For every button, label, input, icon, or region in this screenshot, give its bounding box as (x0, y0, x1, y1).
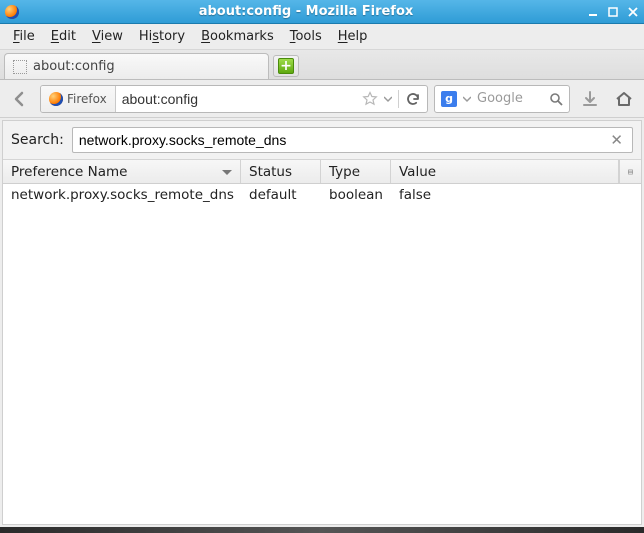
column-header-type[interactable]: Type (321, 160, 391, 183)
close-button[interactable] (626, 5, 640, 19)
column-header-value[interactable]: Value (391, 160, 619, 183)
menu-history[interactable]: History (132, 26, 192, 47)
dropmarker-icon[interactable] (463, 95, 471, 103)
window-controls (586, 5, 640, 19)
google-icon: g (441, 91, 457, 107)
config-search-label: Search: (11, 132, 64, 148)
config-search-row: Search: ✕ (3, 121, 641, 160)
menu-tools[interactable]: Tools (283, 26, 329, 47)
identity-label: Firefox (67, 92, 107, 106)
menu-help[interactable]: Help (331, 26, 375, 47)
search-placeholder: Google (477, 91, 543, 106)
column-picker-button[interactable] (619, 160, 641, 183)
tab-label: about:config (33, 59, 115, 74)
firefox-app-icon (4, 4, 20, 20)
bookmark-star-icon[interactable] (362, 91, 378, 107)
titlebar[interactable]: about:config - Mozilla Firefox (0, 0, 644, 24)
column-header-name[interactable]: Preference Name (3, 160, 241, 183)
plus-icon: + (278, 58, 294, 74)
downloads-button[interactable] (576, 85, 604, 113)
new-tab-button[interactable]: + (273, 55, 299, 77)
menubar: File Edit View History Bookmarks Tools H… (0, 24, 644, 50)
prefs-table: Preference Name Status Type Value networ… (3, 160, 641, 524)
content-area: Search: ✕ Preference Name Status Type Va… (2, 120, 642, 525)
reload-button[interactable] (405, 91, 421, 107)
pref-status-cell: default (241, 187, 321, 203)
config-search-field[interactable]: ✕ (72, 127, 633, 153)
pref-type-cell: boolean (321, 187, 391, 203)
pref-name-cell: network.proxy.socks_remote_dns (3, 187, 241, 203)
tab-favicon (13, 60, 27, 74)
desktop-background (0, 527, 644, 533)
search-go-icon[interactable] (549, 92, 563, 106)
firefox-icon (49, 92, 63, 106)
minimize-button[interactable] (586, 5, 600, 19)
table-header: Preference Name Status Type Value (3, 160, 641, 184)
column-header-status[interactable]: Status (241, 160, 321, 183)
window-title: about:config - Mozilla Firefox (26, 4, 586, 19)
tab-strip: about:config + (0, 50, 644, 80)
menu-edit[interactable]: Edit (44, 26, 83, 47)
url-bar[interactable]: Firefox (40, 85, 428, 113)
maximize-button[interactable] (606, 5, 620, 19)
window-frame: about:config - Mozilla Firefox File Edit… (0, 0, 644, 527)
table-row[interactable]: network.proxy.socks_remote_dns default b… (3, 184, 641, 206)
dropmarker-icon[interactable] (384, 95, 392, 103)
menu-file[interactable]: File (6, 26, 42, 47)
menu-view[interactable]: View (85, 26, 130, 47)
nav-toolbar: Firefox g Google (0, 80, 644, 118)
back-button[interactable] (6, 85, 34, 113)
identity-box[interactable]: Firefox (41, 86, 116, 112)
search-bar[interactable]: g Google (434, 85, 570, 113)
home-button[interactable] (610, 85, 638, 113)
url-input[interactable] (116, 91, 356, 107)
menu-bookmarks[interactable]: Bookmarks (194, 26, 281, 47)
clear-icon[interactable]: ✕ (607, 131, 626, 149)
table-body[interactable]: network.proxy.socks_remote_dns default b… (3, 184, 641, 524)
config-search-input[interactable] (79, 132, 608, 148)
pref-value-cell: false (391, 187, 641, 203)
tab-about-config[interactable]: about:config (4, 53, 269, 79)
